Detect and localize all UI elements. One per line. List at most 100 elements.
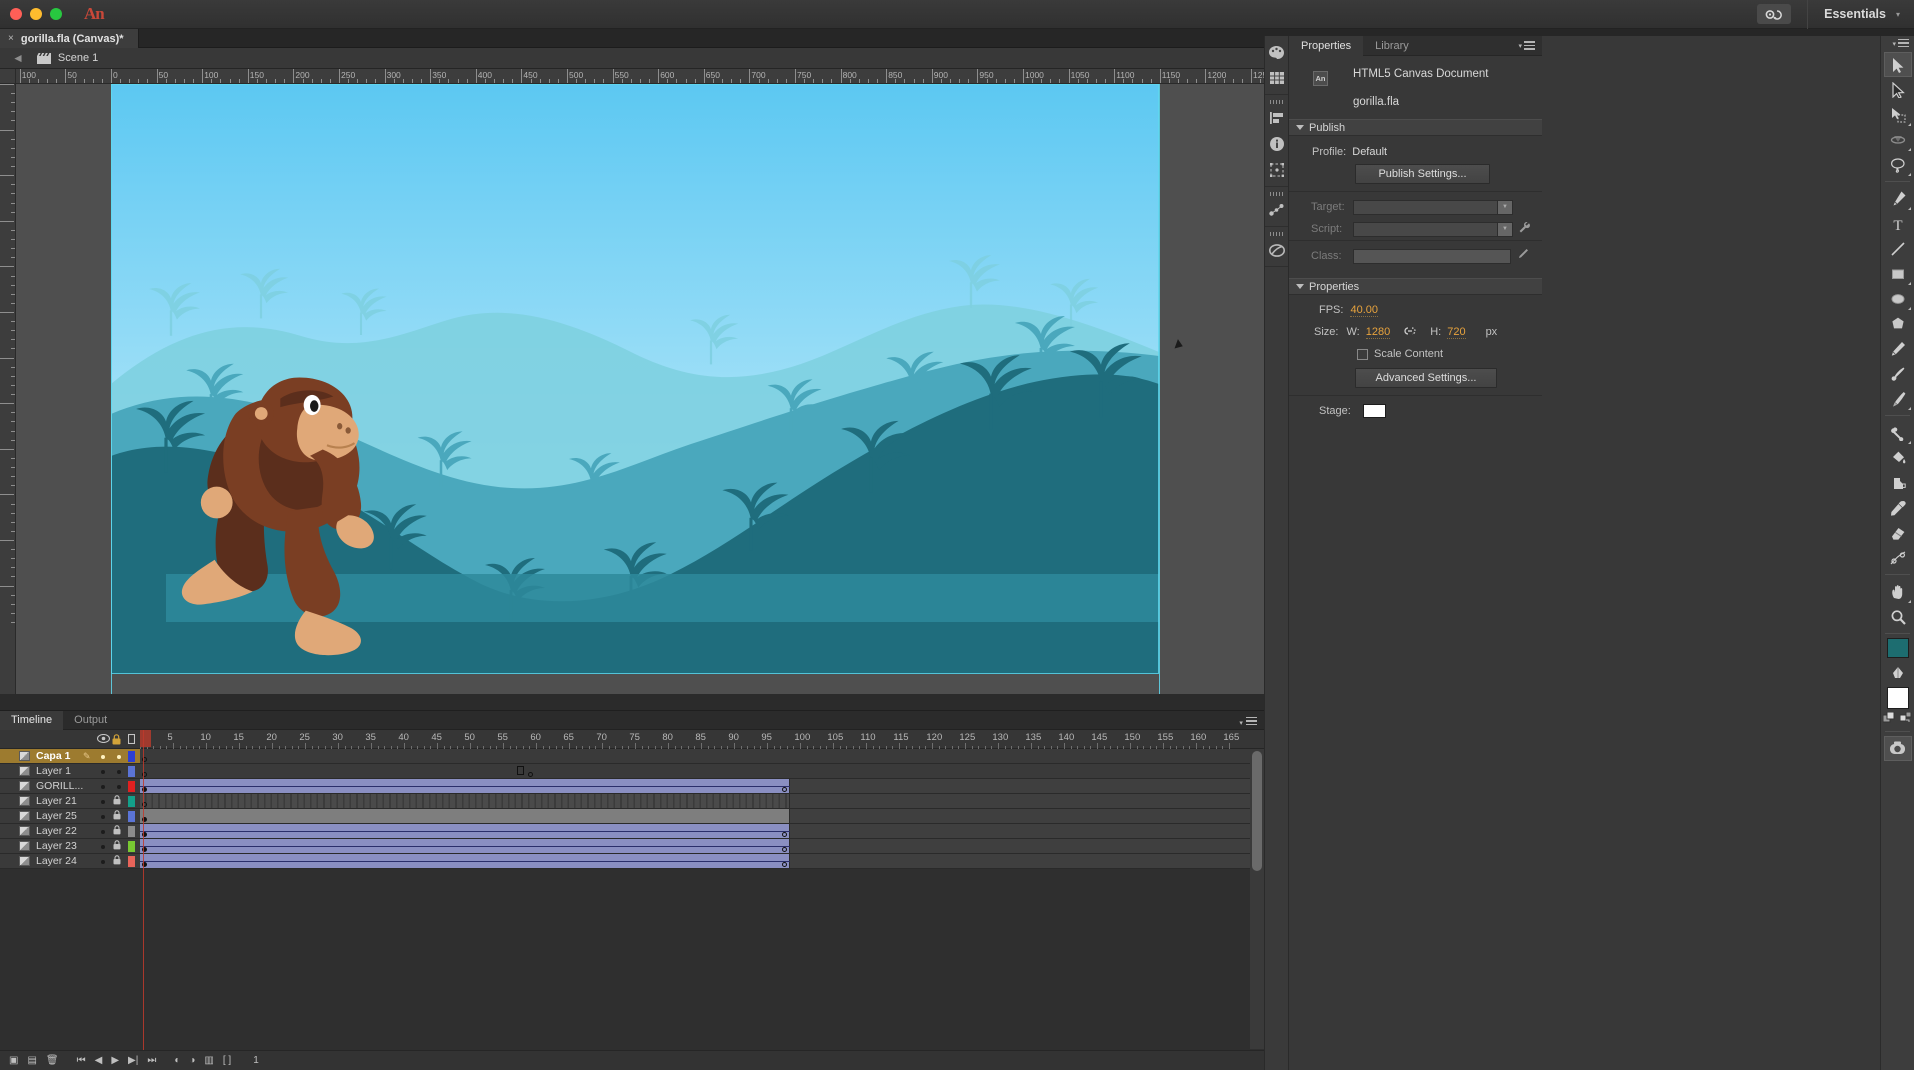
layer-lock-dot[interactable]	[117, 785, 121, 789]
layer-outline-color-chip[interactable]	[128, 780, 135, 792]
layer-lock-dot[interactable]	[117, 755, 121, 759]
lasso-tool[interactable]	[1884, 152, 1912, 177]
3d-rotation-tool[interactable]	[1884, 127, 1912, 152]
frame-row[interactable]	[140, 779, 1250, 794]
width-tool[interactable]	[1884, 545, 1912, 570]
timeline-vscroll-thumb[interactable]	[1252, 751, 1262, 871]
pencil-tool[interactable]	[1884, 336, 1912, 361]
layer-name[interactable]: Layer 21	[36, 795, 77, 807]
hand-tool[interactable]	[1884, 579, 1912, 604]
workspace-switch-icon[interactable]	[1757, 4, 1792, 24]
end-keyframe-marker[interactable]	[782, 862, 787, 867]
layer-lock-icon[interactable]	[113, 825, 121, 837]
onion-skin-icon[interactable]: ◐	[174, 1055, 180, 1066]
layer-row[interactable]: Layer 1	[0, 764, 140, 779]
goto-start-icon[interactable]: ⏮	[77, 1055, 86, 1066]
properties-section-header[interactable]: Properties	[1289, 278, 1542, 295]
script-wrench-icon[interactable]	[1519, 221, 1530, 236]
back-to-scene-icon[interactable]: ◄	[12, 51, 24, 65]
blank-keyframe-marker[interactable]	[528, 772, 533, 777]
frame-label-marker[interactable]	[517, 766, 524, 775]
class-edit-pencil-icon[interactable]	[1517, 249, 1528, 263]
vertical-ruler[interactable]	[0, 84, 16, 694]
frame-row[interactable]	[140, 764, 1250, 779]
transform-panel-icon[interactable]	[1265, 157, 1288, 183]
layer-row[interactable]: Layer 22	[0, 824, 140, 839]
frame-span[interactable]	[140, 794, 790, 808]
frame-row[interactable]	[140, 824, 1250, 839]
layer-name[interactable]: Layer 1	[36, 765, 71, 777]
bone-tool[interactable]	[1884, 420, 1912, 445]
edit-multiple-frames-icon[interactable]: ▥	[204, 1055, 213, 1066]
play-icon[interactable]: ▶	[111, 1055, 119, 1066]
layer-outline-color-chip[interactable]	[128, 795, 135, 807]
layer-name[interactable]: Layer 22	[36, 825, 77, 837]
playhead-handle[interactable]	[140, 730, 151, 747]
fill-color-bucket-icon[interactable]	[1884, 660, 1912, 685]
layer-visibility-dot[interactable]	[101, 800, 105, 804]
layer-name[interactable]: Capa 1	[36, 750, 70, 762]
end-keyframe-marker[interactable]	[782, 847, 787, 852]
layer-name[interactable]: Layer 25	[36, 810, 77, 822]
timeline-menu-icon[interactable]: ▾	[1239, 716, 1257, 728]
canvas-area[interactable]	[16, 84, 1264, 694]
panel-grip[interactable]	[1265, 190, 1288, 197]
modify-onion-markers-icon[interactable]: [ ]	[223, 1055, 231, 1066]
ink-bottle-tool[interactable]	[1884, 470, 1912, 495]
delete-layer-icon[interactable]: 🗑	[46, 1055, 59, 1066]
end-keyframe-marker[interactable]	[782, 787, 787, 792]
layer-outline-color-chip[interactable]	[128, 810, 135, 822]
layer-lock-dot[interactable]	[117, 770, 121, 774]
height-value[interactable]: 720	[1447, 326, 1466, 339]
layer-visibility-dot[interactable]	[101, 860, 105, 864]
line-tool[interactable]	[1884, 236, 1912, 261]
script-input[interactable]	[1353, 221, 1498, 237]
layer-visibility-dot[interactable]	[101, 845, 105, 849]
tab-properties[interactable]: Properties	[1289, 35, 1364, 56]
goto-end-icon[interactable]: ⏭	[147, 1055, 156, 1066]
minimize-window-button[interactable]	[30, 8, 42, 20]
scale-content-checkbox[interactable]	[1357, 348, 1368, 360]
paint-bucket-tool[interactable]	[1884, 445, 1912, 470]
frame-row[interactable]	[140, 809, 1250, 824]
layer-row[interactable]: Layer 24	[0, 854, 140, 869]
brush-tool[interactable]	[1884, 386, 1912, 411]
panel-grip[interactable]	[1265, 98, 1288, 105]
frame-grid[interactable]	[140, 749, 1250, 869]
horizontal-ruler[interactable]: 100 50 0 50 100 150 200 250 300 350 400 450 500 550 60…	[16, 69, 1264, 84]
stage-color-swatch[interactable]	[1362, 404, 1386, 418]
document-tab[interactable]: × gorilla.fla (Canvas)*	[0, 29, 139, 48]
close-document-icon[interactable]: ×	[8, 33, 14, 44]
layer-visibility-dot[interactable]	[101, 770, 105, 774]
layer-name[interactable]: Layer 23	[36, 840, 77, 852]
fps-value[interactable]: 40.00	[1350, 304, 1378, 317]
layer-row[interactable]: GORILL...	[0, 779, 140, 794]
vertical-guide-right[interactable]	[1159, 84, 1160, 694]
collapsed-panel-rail[interactable]	[1264, 36, 1288, 1070]
frame-row[interactable]	[140, 839, 1250, 854]
target-chevron-down-icon[interactable]: ▼	[1498, 199, 1513, 215]
tab-output[interactable]: Output	[63, 711, 118, 730]
layer-outline-color-chip[interactable]	[128, 765, 135, 777]
publish-settings-button[interactable]: Publish Settings...	[1355, 164, 1490, 184]
code-snippets-icon[interactable]	[1265, 237, 1288, 263]
tools-panel-menu-icon[interactable]: ▾	[1881, 36, 1914, 52]
layer-lock-icon[interactable]	[113, 855, 121, 867]
frame-row[interactable]	[140, 794, 1250, 809]
close-window-button[interactable]	[10, 8, 22, 20]
camera-tool-icon[interactable]	[1883, 736, 1912, 761]
advanced-settings-button[interactable]: Advanced Settings...	[1355, 368, 1497, 388]
motion-editor-icon[interactable]	[1265, 197, 1288, 223]
layer-row[interactable]: Capa 1 ✎	[0, 749, 140, 764]
swatches-panel-icon[interactable]	[1265, 65, 1288, 91]
eraser-tool[interactable]	[1884, 520, 1912, 545]
layer-outline-color-chip[interactable]	[128, 750, 135, 762]
step-back-icon[interactable]: ◀	[95, 1055, 103, 1066]
tab-library[interactable]: Library	[1363, 36, 1421, 56]
layer-name[interactable]: Layer 24	[36, 855, 77, 867]
eyedropper-tool[interactable]	[1884, 495, 1912, 520]
color-panel-icon[interactable]	[1265, 39, 1288, 65]
workspace-name[interactable]: Essentials	[1824, 7, 1886, 21]
oval-tool[interactable]	[1884, 286, 1912, 311]
polystar-tool[interactable]	[1884, 311, 1912, 336]
